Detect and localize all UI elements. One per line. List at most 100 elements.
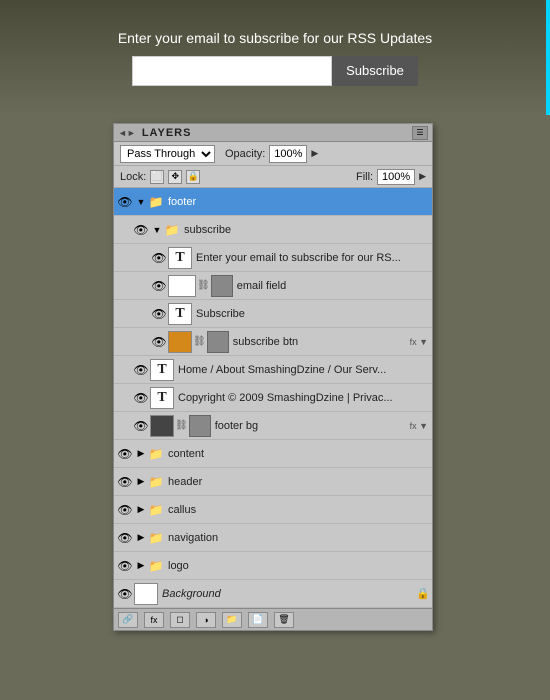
layer-mask-thumbnail	[211, 275, 233, 297]
visibility-toggle[interactable]: 👁	[116, 193, 134, 211]
layer-thumbnail	[168, 275, 196, 297]
opacity-label: Opacity:	[225, 148, 265, 160]
layer-item[interactable]: 👁 ▶ 📁 navigation	[114, 524, 432, 552]
expand-button[interactable]: ▶	[134, 475, 148, 489]
layer-name: footer	[168, 196, 430, 208]
folder-icon: 📁	[148, 474, 164, 490]
layer-item[interactable]: 👁 ▼ 📁 footer	[114, 188, 432, 216]
layer-name: subscribe	[184, 224, 430, 236]
layer-name: Copyright © 2009 SmashingDzine | Privac.…	[178, 392, 430, 404]
chain-icon: ⛓	[197, 280, 210, 291]
blend-mode-select[interactable]: Pass Through	[120, 145, 215, 163]
fill-input[interactable]	[377, 169, 415, 185]
layer-name: Background	[162, 588, 412, 600]
lock-icon: 🔒	[416, 587, 430, 600]
layers-panel: ◄► LAYERS ☰ Pass Through Opacity: ▶ Lock…	[113, 123, 433, 631]
panel-title: LAYERS	[142, 127, 192, 139]
layer-name: content	[168, 448, 430, 460]
layer-thumbnail	[134, 583, 158, 605]
subscribe-button[interactable]: Subscribe	[332, 56, 418, 86]
expand-button[interactable]: ▼	[150, 223, 164, 237]
visibility-toggle[interactable]: 👁	[132, 389, 150, 407]
visibility-toggle[interactable]: 👁	[116, 585, 134, 603]
layer-mask-thumbnail	[207, 331, 229, 353]
opacity-arrow: ▶	[311, 148, 318, 159]
layer-name: subscribe btn	[233, 336, 410, 348]
folder-icon: 📁	[148, 446, 164, 462]
layer-thumbnail	[150, 415, 174, 437]
lock-position-button[interactable]: ✥	[168, 170, 182, 184]
visibility-toggle[interactable]: 👁	[116, 557, 134, 575]
visibility-toggle[interactable]: 👁	[150, 333, 168, 351]
layer-thumbnail: T	[168, 247, 192, 269]
chain-icon: ⛓	[175, 420, 188, 431]
expand-button[interactable]: ▶	[134, 531, 148, 545]
visibility-toggle[interactable]: 👁	[132, 417, 150, 435]
visibility-toggle[interactable]: 👁	[150, 249, 168, 267]
fill-label: Fill:	[356, 171, 373, 183]
layer-item[interactable]: 👁 ▶ 📁 callus	[114, 496, 432, 524]
layer-thumbnail: T	[168, 303, 192, 325]
expand-button[interactable]: ▶	[134, 447, 148, 461]
expand-button[interactable]: ▼	[134, 195, 148, 209]
layer-name: footer bg	[215, 420, 410, 432]
layer-item[interactable]: 👁 ▶ 📁 logo	[114, 552, 432, 580]
visibility-toggle[interactable]: 👁	[116, 529, 134, 547]
folder-icon: 📁	[148, 502, 164, 518]
layer-item[interactable]: 👁 T Copyright © 2009 SmashingDzine | Pri…	[114, 384, 432, 412]
layer-item[interactable]: 👁 ▼ 📁 subscribe	[114, 216, 432, 244]
panel-arrows: ◄►	[118, 128, 136, 138]
layer-thumbnail: T	[150, 387, 174, 409]
layer-item[interactable]: 👁 Background 🔒	[114, 580, 432, 608]
layers-bottom-toolbar: 🔗 fx ◻ ◑ 📁 📄 🗑	[114, 608, 432, 630]
layer-item[interactable]: 👁 ⛓ subscribe btn fx ▼	[114, 328, 432, 356]
layer-item[interactable]: 👁 ⛓ email field	[114, 272, 432, 300]
layer-item[interactable]: 👁 T Home / About SmashingDzine / Our Ser…	[114, 356, 432, 384]
adjustment-button[interactable]: ◑	[196, 612, 216, 628]
panel-menu-button[interactable]: ☰	[412, 126, 428, 140]
expand-button[interactable]: ▶	[134, 559, 148, 573]
layer-mask-thumbnail	[189, 415, 211, 437]
fx-button[interactable]: fx	[144, 612, 164, 628]
visibility-toggle[interactable]: 👁	[150, 277, 168, 295]
visibility-toggle[interactable]: 👁	[116, 445, 134, 463]
folder-icon: 📁	[164, 222, 180, 238]
layer-name: logo	[168, 560, 430, 572]
visibility-toggle[interactable]: 👁	[132, 361, 150, 379]
visibility-toggle[interactable]: 👁	[116, 501, 134, 519]
fill-arrow: ▶	[419, 171, 426, 182]
layer-item[interactable]: 👁 ▶ 📁 header	[114, 468, 432, 496]
lock-all-button[interactable]: 🔒	[186, 170, 200, 184]
opacity-input[interactable]	[269, 145, 307, 163]
fx-badge: fx ▼	[410, 421, 428, 431]
layer-item[interactable]: 👁 T Enter your email to subscribe for ou…	[114, 244, 432, 272]
visibility-toggle[interactable]: 👁	[132, 221, 150, 239]
layer-name: Home / About SmashingDzine / Our Serv...	[178, 364, 430, 376]
mask-button[interactable]: ◻	[170, 612, 190, 628]
layer-item[interactable]: 👁 ⛓ footer bg fx ▼	[114, 412, 432, 440]
email-input[interactable]	[132, 56, 332, 86]
lock-label: Lock:	[120, 171, 146, 183]
layer-name: Enter your email to subscribe for our RS…	[196, 252, 430, 264]
expand-button[interactable]: ▶	[134, 503, 148, 517]
layer-name: header	[168, 476, 430, 488]
link-layers-button[interactable]: 🔗	[118, 612, 138, 628]
lock-pixels-button[interactable]: ⬜	[150, 170, 164, 184]
layer-item[interactable]: 👁 ▶ 📁 content	[114, 440, 432, 468]
layer-thumbnail: T	[150, 359, 174, 381]
layer-name: callus	[168, 504, 430, 516]
layer-item[interactable]: 👁 T Subscribe	[114, 300, 432, 328]
new-folder-button[interactable]: 📁	[222, 612, 242, 628]
folder-icon: 📁	[148, 530, 164, 546]
layers-title-bar: ◄► LAYERS ☰	[114, 124, 432, 142]
visibility-toggle[interactable]: 👁	[150, 305, 168, 323]
banner-title: Enter your email to subscribe for our RS…	[118, 30, 432, 46]
top-banner: Enter your email to subscribe for our RS…	[0, 0, 550, 115]
banner-form: Subscribe	[132, 56, 418, 86]
layer-name: Subscribe	[196, 308, 430, 320]
new-layer-button[interactable]: 📄	[248, 612, 268, 628]
delete-layer-button[interactable]: 🗑	[274, 612, 294, 628]
layer-thumbnail	[168, 331, 192, 353]
visibility-toggle[interactable]: 👁	[116, 473, 134, 491]
chain-icon: ⛓	[193, 336, 206, 347]
